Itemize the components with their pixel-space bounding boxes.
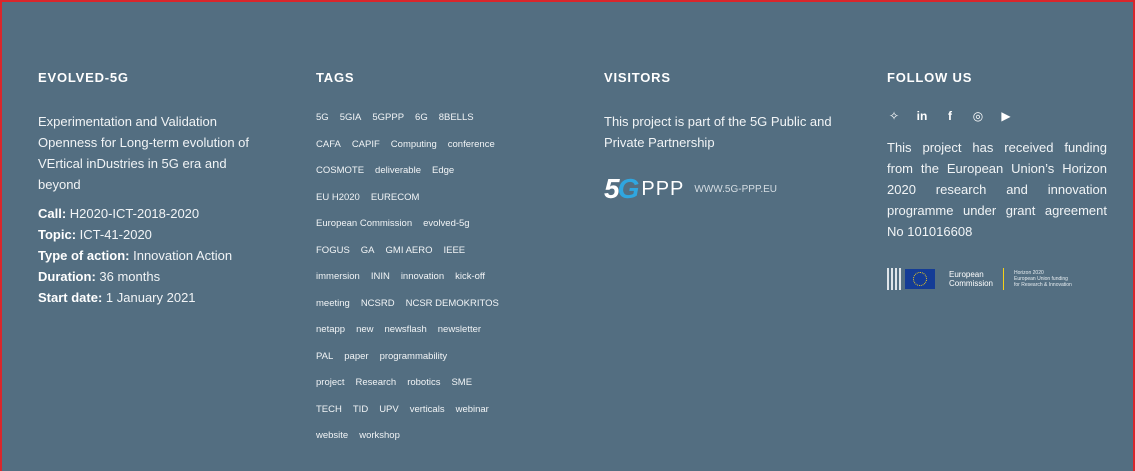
tag-link[interactable]: 8BELLS	[439, 111, 474, 124]
5g-ppp-logo[interactable]: 5G PPP WWW.5G-PPP.EU	[604, 173, 844, 205]
facebook-icon[interactable]: f	[943, 109, 957, 123]
5g-ppp-text: PPP	[641, 177, 685, 200]
tag-link[interactable]: Research	[356, 376, 397, 389]
logo-separator	[1003, 268, 1005, 290]
tag-link[interactable]: TECH	[316, 403, 342, 416]
tag-link[interactable]: webinar	[456, 403, 489, 416]
eu-flag-icon	[905, 269, 935, 289]
tag-link[interactable]: ININ	[371, 270, 390, 283]
tag-link[interactable]: meeting	[316, 297, 350, 310]
tag-row: COSMOTE deliverable Edge	[316, 164, 556, 191]
tag-link[interactable]: kick-off	[455, 270, 485, 283]
project-meta-line: Type of action: Innovation Action	[38, 248, 233, 263]
tag-link[interactable]: 6G	[415, 111, 428, 124]
tag-link[interactable]: new	[356, 323, 373, 336]
tag-link[interactable]: CAFA	[316, 138, 341, 151]
tag-row: CAFA CAPIF Computing conference	[316, 138, 556, 165]
visitors-text: This project is part of the 5G Public an…	[604, 114, 832, 150]
project-meta-list: Call: H2020-ICT-2018-2020 Topic: ICT-41-2…	[38, 203, 268, 308]
tag-row: immersion ININ innovation kick-off	[316, 270, 556, 297]
tag-link[interactable]: SME	[451, 376, 472, 389]
project-column: EVOLVED-5G Experimentation and Validatio…	[38, 70, 268, 308]
follow-heading: FOLLOW US	[887, 70, 973, 85]
tag-link[interactable]: European Commission	[316, 217, 412, 230]
tag-row: 5G 5GIA 5GPPP 6G 8BELLS	[316, 111, 556, 138]
tags-column: TAGS 5G 5GIA 5GPPP 6G 8BELLS CAFA CAPIF Computi…	[316, 70, 556, 456]
project-meta-line: Duration: 36 months	[38, 269, 161, 284]
tag-link[interactable]: COSMOTE	[316, 164, 364, 177]
tag-row: website workshop	[316, 429, 556, 456]
tag-link[interactable]: FOGUS	[316, 244, 350, 257]
tag-link[interactable]: deliverable	[375, 164, 421, 177]
social-icons: ✧ in f ◎ ▶	[887, 109, 1107, 123]
tag-link[interactable]: programmability	[380, 350, 448, 363]
tag-link[interactable]: NCSRD	[361, 297, 395, 310]
project-meta-line: Call: H2020-ICT-2018-2020	[38, 206, 200, 221]
project-heading: EVOLVED-5G	[38, 70, 129, 85]
tag-link[interactable]: EU H2020	[316, 191, 360, 204]
instagram-icon[interactable]: ◎	[971, 109, 985, 123]
tag-link[interactable]: Edge	[432, 164, 454, 177]
tag-link[interactable]: UPV	[379, 403, 399, 416]
tag-link[interactable]: project	[316, 376, 345, 389]
tag-row: European Commission evolved-5g	[316, 217, 556, 244]
project-meta-line: Topic: ICT-41-2020	[38, 227, 152, 242]
5g-ppp-url: WWW.5G-PPP.EU	[694, 183, 777, 195]
project-meta-line: Start date: 1 January 2021	[38, 290, 196, 305]
tag-row: PAL paper programmability	[316, 350, 556, 377]
follow-column: FOLLOW US ✧ in f ◎ ▶ This project has receiv…	[887, 70, 1107, 290]
tag-link[interactable]: verticals	[410, 403, 445, 416]
tag-link[interactable]: NCSR DEMOKRITOS	[406, 297, 499, 310]
tag-link[interactable]: evolved-5g	[423, 217, 469, 230]
tag-link[interactable]: workshop	[359, 429, 400, 442]
tag-link[interactable]: newsflash	[385, 323, 427, 336]
eu-horizon-logo: European Commission Horizon 2020 Europea…	[887, 268, 1107, 290]
tag-row: netapp new newsflash newsletter	[316, 323, 556, 350]
tag-link[interactable]: EURECOM	[371, 191, 420, 204]
tag-link[interactable]: innovation	[401, 270, 444, 283]
tag-link[interactable]: immersion	[316, 270, 360, 283]
tag-row: TECH TID UPV verticals webinar	[316, 403, 556, 430]
tag-link[interactable]: TID	[353, 403, 368, 416]
tag-link[interactable]: IEEE	[444, 244, 466, 257]
horizon-2020-label: Horizon 2020 European Union funding for …	[1014, 270, 1072, 288]
visitors-column: VISITORS This project is part of the 5G …	[604, 70, 844, 205]
project-description: Experimentation and Validation Openness …	[38, 114, 250, 192]
youtube-icon[interactable]: ▶	[999, 109, 1013, 123]
tag-link[interactable]: newsletter	[438, 323, 481, 336]
visitors-heading: VISITORS	[604, 70, 671, 85]
twitter-icon[interactable]: ✧	[887, 109, 901, 123]
tag-link[interactable]: Computing	[391, 138, 437, 151]
tag-row: EU H2020 EURECOM	[316, 191, 556, 218]
tags-heading: TAGS	[316, 70, 355, 85]
tag-row: project Research robotics SME	[316, 376, 556, 403]
tag-cloud: 5G 5GIA 5GPPP 6G 8BELLS CAFA CAPIF Computing con…	[316, 111, 556, 456]
linkedin-icon[interactable]: in	[915, 109, 929, 123]
tag-link[interactable]: conference	[448, 138, 495, 151]
tag-row: FOGUS GA GMI AERO IEEE	[316, 244, 556, 271]
5g-ppp-mark: 5G	[604, 173, 639, 204]
tag-link[interactable]: 5G	[316, 111, 329, 124]
funding-text: This project has received funding from t…	[887, 140, 1107, 239]
tag-link[interactable]: 5GIA	[340, 111, 362, 124]
tag-link[interactable]: 5GPPP	[372, 111, 404, 124]
tag-link[interactable]: robotics	[407, 376, 440, 389]
ec-building-icon	[887, 268, 903, 290]
site-footer: EVOLVED-5G Experimentation and Validatio…	[0, 0, 1135, 471]
tag-link[interactable]: netapp	[316, 323, 345, 336]
tag-link[interactable]: PAL	[316, 350, 333, 363]
tag-row: meeting NCSRD NCSR DEMOKRITOS	[316, 297, 556, 324]
tag-link[interactable]: GA	[361, 244, 375, 257]
tag-link[interactable]: GMI AERO	[386, 244, 433, 257]
tag-link[interactable]: CAPIF	[352, 138, 380, 151]
european-commission-label: European Commission	[949, 270, 994, 288]
tag-link[interactable]: website	[316, 429, 348, 442]
tag-link[interactable]: paper	[344, 350, 368, 363]
